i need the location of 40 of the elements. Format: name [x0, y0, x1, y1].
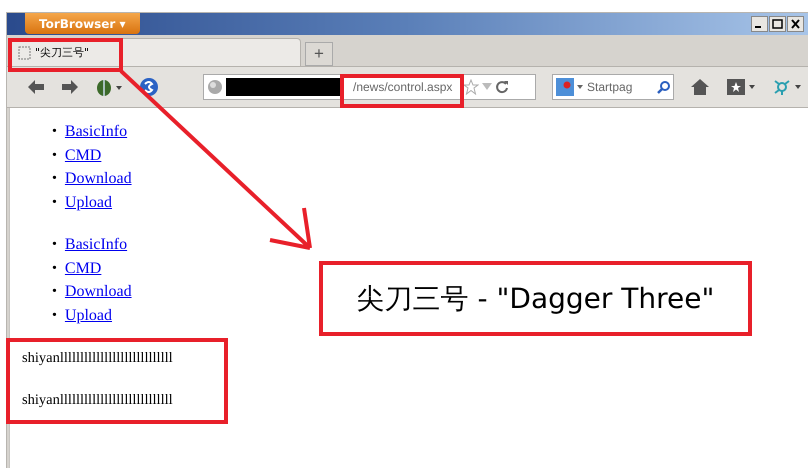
url-text: /news/control.aspx — [353, 80, 452, 94]
reload-icon[interactable] — [495, 80, 510, 94]
bullet: • — [52, 146, 57, 164]
paragraph: shiyanllllllllllllllllllllllllllll — [22, 349, 174, 368]
search-field[interactable]: Startpag — [552, 74, 674, 100]
maximize-icon[interactable] — [769, 16, 786, 32]
address-bar[interactable]: /news/control.aspx — [203, 74, 536, 100]
callout-text: 尖刀三号 - "Dagger Three" — [319, 261, 752, 336]
globe-icon — [207, 79, 223, 95]
nav-link[interactable]: Upload — [64, 304, 112, 327]
paragraph: shiyanllllllllllllllllllllllllllll — [22, 391, 174, 410]
nav-link[interactable]: BasicInfo — [64, 120, 128, 144]
onion-icon[interactable] — [95, 77, 123, 97]
minimize-icon[interactable] — [751, 16, 768, 32]
star-icon[interactable] — [463, 79, 480, 95]
nav-link[interactable]: Download — [64, 280, 132, 304]
bullet: • — [52, 236, 57, 254]
search-placeholder: Startpag — [587, 80, 634, 94]
network-icon[interactable] — [772, 78, 802, 96]
forward-icon[interactable] — [61, 79, 79, 95]
bullet: • — [52, 194, 57, 212]
search-engine-icon[interactable] — [556, 78, 584, 96]
bookmark-menu-icon[interactable] — [726, 78, 756, 96]
bullet: • — [52, 306, 57, 324]
bullet: • — [52, 123, 57, 141]
close-icon[interactable] — [787, 16, 804, 32]
browser-tab[interactable]: "尖刀三号" — [11, 38, 301, 66]
search-icon[interactable] — [657, 80, 670, 94]
nav-link[interactable]: Download — [64, 167, 132, 190]
nav-link[interactable]: CMD — [64, 144, 102, 167]
nav-link[interactable]: Upload — [64, 190, 112, 214]
home-icon[interactable] — [690, 78, 710, 96]
nav-link[interactable]: CMD — [64, 256, 102, 280]
nav-link[interactable]: BasicInfo — [64, 233, 128, 256]
bullet: • — [52, 260, 57, 278]
bullet: • — [52, 170, 57, 188]
page-icon — [18, 46, 31, 60]
bullet: • — [52, 283, 57, 301]
back-icon[interactable] — [27, 79, 45, 95]
new-tab-button[interactable]: + — [305, 42, 333, 66]
